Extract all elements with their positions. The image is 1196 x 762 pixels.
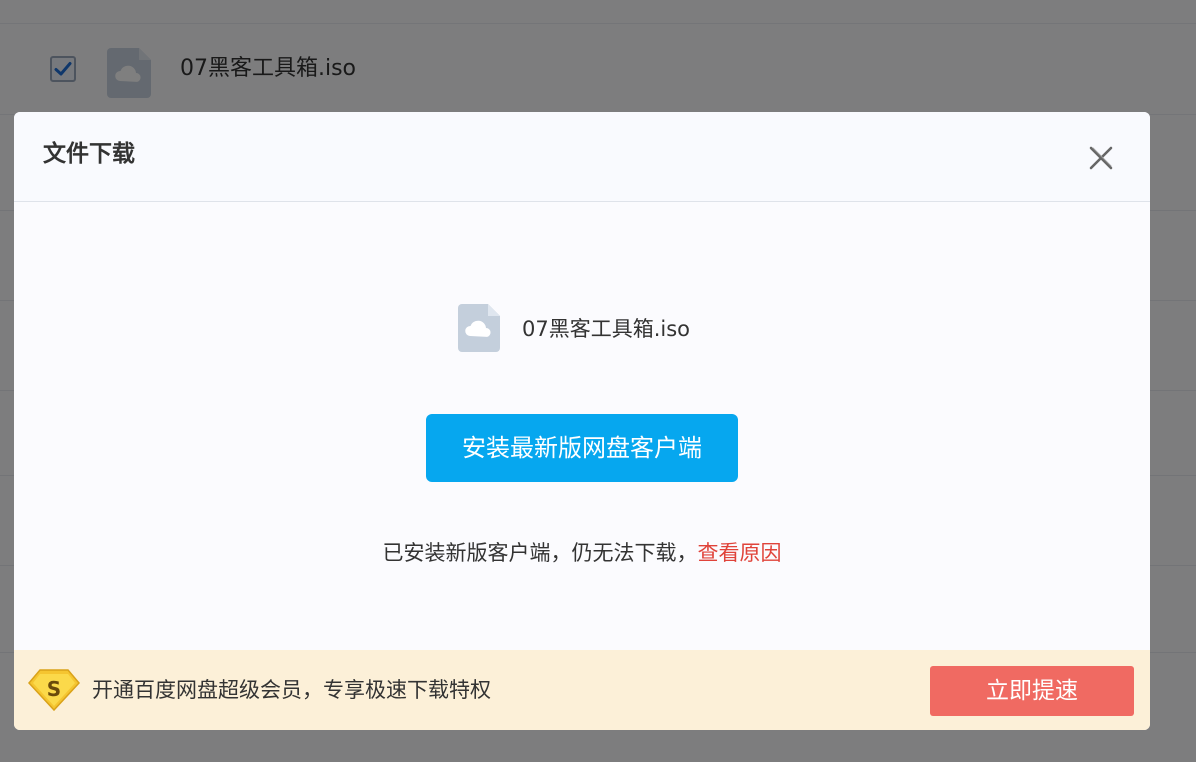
view-reason-link[interactable]: 查看原因 [698,541,782,565]
download-dialog: 文件下载 07黑客工具箱.iso 安装最新版网盘客户端 已安装新版客户端，仍无法… [14,112,1150,730]
vip-promo-text: 开通百度网盘超级会员，专享极速下载特权 [92,678,491,702]
vip-badge-letter: S [47,677,61,701]
close-button[interactable] [1088,145,1114,171]
vip-diamond-icon: S [27,669,81,715]
cloud-file-icon [458,304,500,352]
hint-message: 已安装新版客户端，仍无法下载，查看原因 [14,538,1150,568]
hint-text: 已安装新版客户端，仍无法下载， [382,541,698,565]
close-icon [1089,146,1113,170]
vip-promo-bar: S 开通百度网盘超级会员，专享极速下载特权 立即提速 [14,650,1150,730]
file-info: 07黑客工具箱.iso [458,303,690,353]
dialog-body: 07黑客工具箱.iso 安装最新版网盘客户端 已安装新版客户端，仍无法下载，查看… [14,202,1150,650]
dialog-file-name: 07黑客工具箱.iso [522,317,691,341]
speed-up-button[interactable]: 立即提速 [930,666,1134,716]
dialog-title: 文件下载 [43,141,135,167]
dialog-header: 文件下载 [14,112,1150,202]
install-client-button[interactable]: 安装最新版网盘客户端 [426,414,738,482]
